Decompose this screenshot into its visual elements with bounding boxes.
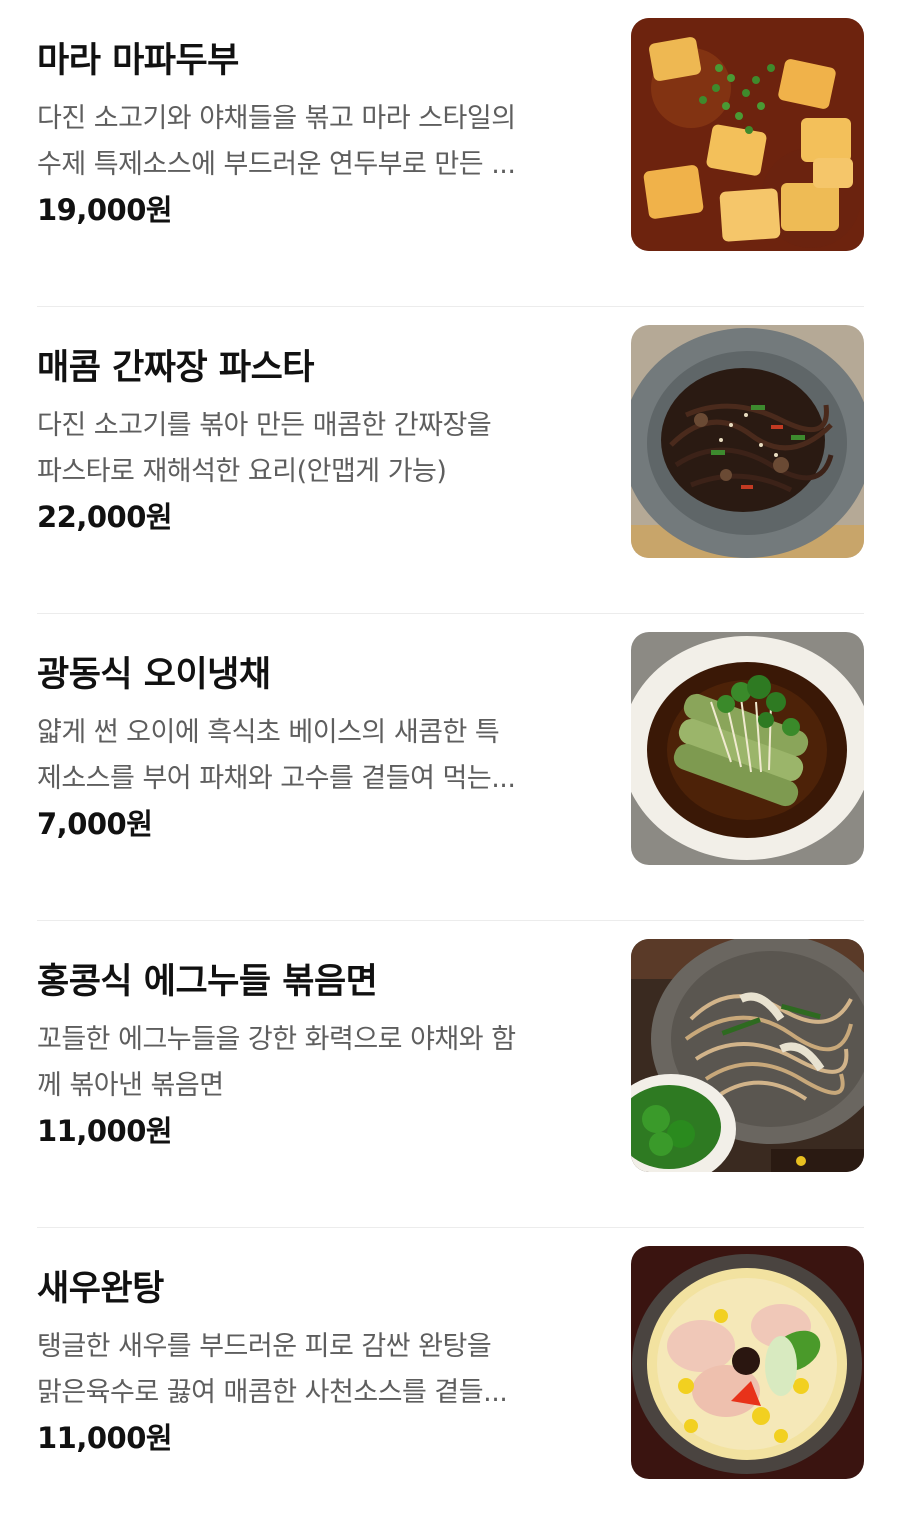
menu-item-jjajang-pasta[interactable]: 매콤 간짜장 파스타 다진 소고기를 볶아 만든 매콤한 간짜장을 파스타로 재… bbox=[0, 307, 900, 614]
menu-item-description: 다진 소고기를 볶아 만든 매콤한 간짜장을 파스타로 재해석한 요리(안맵게 … bbox=[37, 403, 593, 495]
menu-item-description: 꼬들한 에그누들을 강한 화력으로 야채와 함 께 볶아낸 볶음면 bbox=[37, 1017, 593, 1109]
menu-item-description: 얇게 썬 오이에 흑식초 베이스의 새콤한 특 제소스를 부어 파채와 고수를 … bbox=[37, 710, 593, 802]
menu-item-mapo-tofu[interactable]: 마라 마파두부 다진 소고기와 야채들을 볶고 마라 스타일의 수제 특제소스에… bbox=[0, 0, 900, 307]
cucumber-salad-photo bbox=[631, 632, 864, 865]
menu-list: 마라 마파두부 다진 소고기와 야채들을 볶고 마라 스타일의 수제 특제소스에… bbox=[0, 0, 900, 1499]
menu-item-description-line: 수제 특제소스에 부드러운 연두부로 만든 ... bbox=[37, 149, 516, 180]
menu-item-price: 11,000원 bbox=[37, 1114, 173, 1148]
menu-item-description-line: 제소스를 부어 파채와 고수를 곁들여 먹는... bbox=[37, 763, 516, 794]
menu-item-description: 다진 소고기와 야채들을 볶고 마라 스타일의 수제 특제소스에 부드러운 연두… bbox=[37, 96, 593, 188]
menu-item-price: 7,000원 bbox=[37, 807, 153, 841]
menu-item-photo[interactable] bbox=[631, 1246, 864, 1479]
menu-item-description-line: 다진 소고기를 볶아 만든 매콤한 간짜장을 bbox=[37, 410, 492, 441]
shrimp-wonton-photo bbox=[631, 1246, 864, 1479]
menu-item-description-line: 맑은육수로 끓여 매콤한 사천소스를 곁들... bbox=[37, 1377, 508, 1408]
egg-noodles-photo bbox=[631, 939, 864, 1172]
menu-item-description-line: 께 볶아낸 볶음면 bbox=[37, 1070, 224, 1101]
menu-item-name: 매콤 간짜장 파스타 bbox=[37, 348, 314, 388]
menu-item-photo[interactable] bbox=[631, 939, 864, 1172]
menu-item-egg-noodles[interactable]: 홍콩식 에그누들 볶음면 꼬들한 에그누들을 강한 화력으로 야채와 함 께 볶… bbox=[0, 921, 900, 1228]
menu-item-name: 마라 마파두부 bbox=[37, 41, 239, 81]
menu-item-description-line: 파스타로 재해석한 요리(안맵게 가능) bbox=[37, 456, 447, 487]
menu-item-photo[interactable] bbox=[631, 325, 864, 558]
menu-item-shrimp-wonton[interactable]: 새우완탕 탱글한 새우를 부드러운 피로 감싼 완탕을 맑은육수로 끓여 매콤한… bbox=[0, 1228, 900, 1535]
menu-item-name: 홍콩식 에그누들 볶음면 bbox=[37, 962, 378, 1002]
menu-item-description-line: 얇게 썬 오이에 흑식초 베이스의 새콤한 특 bbox=[37, 717, 500, 748]
menu-item-description-line: 꼬들한 에그누들을 강한 화력으로 야채와 함 bbox=[37, 1024, 516, 1055]
menu-item-price: 11,000원 bbox=[37, 1421, 173, 1455]
menu-item-price: 19,000원 bbox=[37, 193, 173, 227]
menu-item-description-line: 탱글한 새우를 부드러운 피로 감싼 완탕을 bbox=[37, 1331, 492, 1362]
menu-item-description: 탱글한 새우를 부드러운 피로 감싼 완탕을 맑은육수로 끓여 매콤한 사천소스… bbox=[37, 1324, 593, 1416]
menu-item-cucumber-salad[interactable]: 광동식 오이냉채 얇게 썬 오이에 흑식초 베이스의 새콤한 특 제소스를 부어… bbox=[0, 614, 900, 921]
menu-item-description-line: 다진 소고기와 야채들을 볶고 마라 스타일의 bbox=[37, 103, 516, 134]
menu-item-photo[interactable] bbox=[631, 632, 864, 865]
jjajang-pasta-photo bbox=[631, 325, 864, 558]
menu-item-name: 광동식 오이냉채 bbox=[37, 655, 271, 695]
menu-item-name: 새우완탕 bbox=[37, 1269, 164, 1309]
menu-item-photo[interactable] bbox=[631, 18, 864, 251]
menu-item-price: 22,000원 bbox=[37, 500, 173, 534]
mapo-tofu-photo bbox=[631, 18, 864, 251]
